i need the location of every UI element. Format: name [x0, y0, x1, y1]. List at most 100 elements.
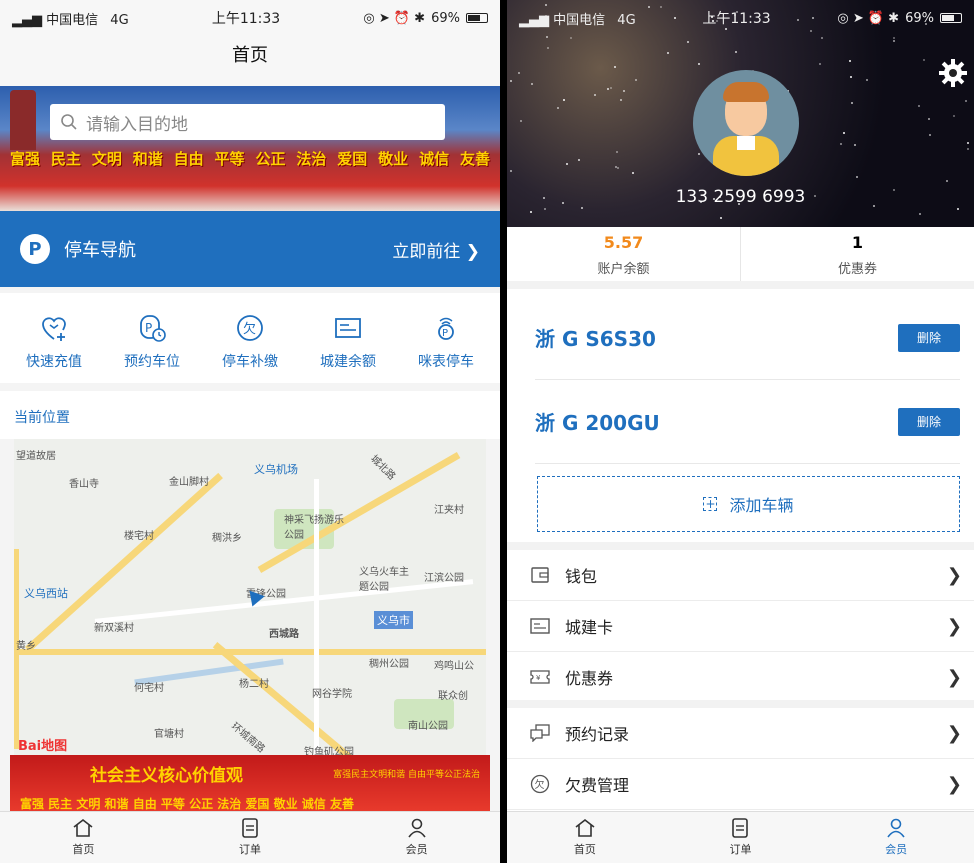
banner-values: 富强 民主 文明 和谐 自由 平等 公正 法治 爱国 敬业 诚信 友善 [20, 797, 354, 811]
menu-label: 城建卡 [565, 618, 614, 637]
quick-action-meter[interactable]: P 咪表停车 [404, 311, 488, 383]
tab-member[interactable]: 会员 [406, 818, 428, 857]
add-vehicle-label: 添加车辆 [729, 496, 794, 515]
star [850, 76, 852, 78]
map-label: 黄乡 [16, 641, 36, 652]
star [635, 79, 637, 81]
destination-search-input[interactable]: 请输入目的地 [50, 104, 445, 140]
map-label: 望道故居 [16, 451, 56, 462]
carrier-name: 中国电信 [46, 12, 99, 28]
tab-label: 会员 [405, 843, 428, 856]
core-values-banner: 社会主义核心价值观 富强民主文明和谐 自由平等公正法治 富强 民主 文明 和谐 … [10, 755, 490, 811]
chevron-right-icon: ❯ [946, 773, 962, 795]
star [698, 63, 700, 65]
go-now-label: 立即前往 [392, 241, 461, 262]
value-word: 和谐 [132, 150, 163, 168]
value-word: 敬业 [378, 150, 409, 168]
map-label: 义乌机场 [254, 463, 298, 476]
star [616, 151, 618, 153]
vehicle-row: 浙 G 200GU 删除 [535, 380, 960, 464]
member-icon [407, 818, 426, 838]
star [967, 142, 969, 144]
status-right: ◎ ➤ ⏰ ✱ 69% [837, 11, 962, 26]
menu-label: 钱包 [565, 567, 598, 586]
map-label: 稠洪乡 [212, 533, 242, 544]
wallet-icon [529, 564, 551, 586]
add-vehicle-button[interactable]: + 添加车辆 [537, 476, 960, 532]
menu-item-city-card[interactable]: 城建卡 ❯ [507, 601, 974, 652]
quick-action-card-balance[interactable]: 城建余额 [306, 311, 390, 383]
menu-item-arrears[interactable]: 欠 欠费管理 ❯ [507, 759, 974, 810]
carrier-name: 中国电信 [553, 12, 606, 28]
chevron-right-icon: ❯ [946, 666, 962, 688]
star [547, 47, 549, 49]
battery-icon [465, 13, 488, 23]
coupon-count[interactable]: 1 优惠券 [740, 227, 974, 281]
star [928, 118, 930, 120]
quick-action-owe[interactable]: 欠 停车补缴 [208, 311, 292, 383]
status-right: ◎ ➤ ⏰ ✱ 69% [363, 11, 488, 26]
star [594, 94, 596, 96]
parking-navigation-bar[interactable]: P 停车导航 立即前往 ❯ [0, 211, 500, 287]
star [919, 213, 921, 215]
map-label: 何宅村 [134, 683, 164, 694]
star [821, 37, 823, 39]
star [698, 153, 700, 155]
owe-icon: 欠 [529, 773, 551, 795]
menu-item-reservations[interactable]: 预约记录 ❯ [507, 708, 974, 759]
star [623, 90, 625, 92]
menu-item-wallet[interactable]: 钱包 ❯ [507, 550, 974, 601]
map-label: 义乌市 [374, 611, 413, 629]
tab-home[interactable]: 首页 [72, 818, 94, 857]
core-values-row: 富强 民主 文明 和谐 自由 平等 公正 法治 爱国 敬业 诚信 友善 [10, 148, 490, 169]
menu-label: 欠费管理 [565, 776, 630, 795]
recharge-icon [37, 311, 71, 345]
star [957, 208, 959, 210]
star [632, 172, 634, 174]
star [687, 41, 689, 43]
quick-action-recharge[interactable]: 快速充值 [12, 311, 96, 383]
tab-label: 订单 [729, 843, 752, 856]
vehicle-list: 浙 G S6S30 删除 浙 G 200GU 删除 + 添加车辆 [507, 296, 974, 544]
location-map[interactable]: 望道故居 香山寺 金山脚村 义乌机场 城北路 神采飞扬游乐公园 楼宅村 稠洪乡 … [14, 439, 486, 757]
delete-vehicle-button[interactable]: 删除 [898, 323, 960, 352]
value-word: 民主 [50, 150, 81, 168]
license-plate: 浙 G S6S30 [535, 327, 656, 351]
account-balance[interactable]: 5.57 账户余额 [507, 227, 740, 281]
quick-action-label: 预约车位 [124, 354, 180, 370]
menu-item-coupons[interactable]: ¥ 优惠券 ❯ [507, 652, 974, 703]
delete-vehicle-button[interactable]: 删除 [898, 407, 960, 436]
star [854, 144, 856, 146]
tab-home[interactable]: 首页 [574, 818, 596, 857]
battery-percent: 69% [431, 10, 460, 26]
chevron-right-icon: ❯ [465, 241, 480, 262]
network-type: 4G [110, 12, 129, 28]
tab-orders[interactable]: 订单 [239, 818, 261, 857]
owe-icon: 欠 [233, 311, 267, 345]
map-label: 义乌火车主题公园 [359, 567, 409, 593]
settings-gear-icon[interactable] [938, 58, 968, 88]
vehicle-row: 浙 G S6S30 删除 [535, 296, 960, 380]
star [866, 79, 868, 81]
go-now-button[interactable]: 立即前往 ❯ [392, 237, 480, 262]
svg-text:P: P [145, 321, 152, 335]
quick-action-reserve[interactable]: P 预约车位 [110, 311, 194, 383]
map-label: 新双溪村 [94, 623, 134, 634]
profile-header: ▂▄▆ 中国电信 4G 上午11:33 ◎ ➤ ⏰ ✱ 69% 133 2599… [507, 0, 974, 227]
status-bar: ▂▄▆ 中国电信 4G 上午11:33 ◎ ➤ ⏰ ✱ 69% [0, 0, 500, 36]
battery-icon [939, 13, 962, 23]
chevron-right-icon: ❯ [946, 615, 962, 637]
star [856, 176, 858, 178]
baidu-map-logo: Bai地图 [18, 739, 68, 754]
value-word: 文明 [91, 150, 122, 168]
status-icons: ◎ ➤ ⏰ ✱ [363, 10, 426, 26]
star [849, 60, 851, 62]
map-label: 义乌西站 [24, 587, 68, 600]
map-label: 杨二村 [239, 679, 269, 690]
tab-orders[interactable]: 订单 [729, 818, 751, 857]
avatar[interactable] [693, 70, 799, 176]
top-banner: 请输入目的地 富强 民主 文明 和谐 自由 平等 公正 法治 爱国 敬业 诚信 … [0, 86, 500, 211]
signal-icon: ▂▄▆ [12, 12, 42, 28]
map-label: 金山脚村 [169, 477, 209, 488]
tab-member[interactable]: 会员 [885, 818, 907, 857]
